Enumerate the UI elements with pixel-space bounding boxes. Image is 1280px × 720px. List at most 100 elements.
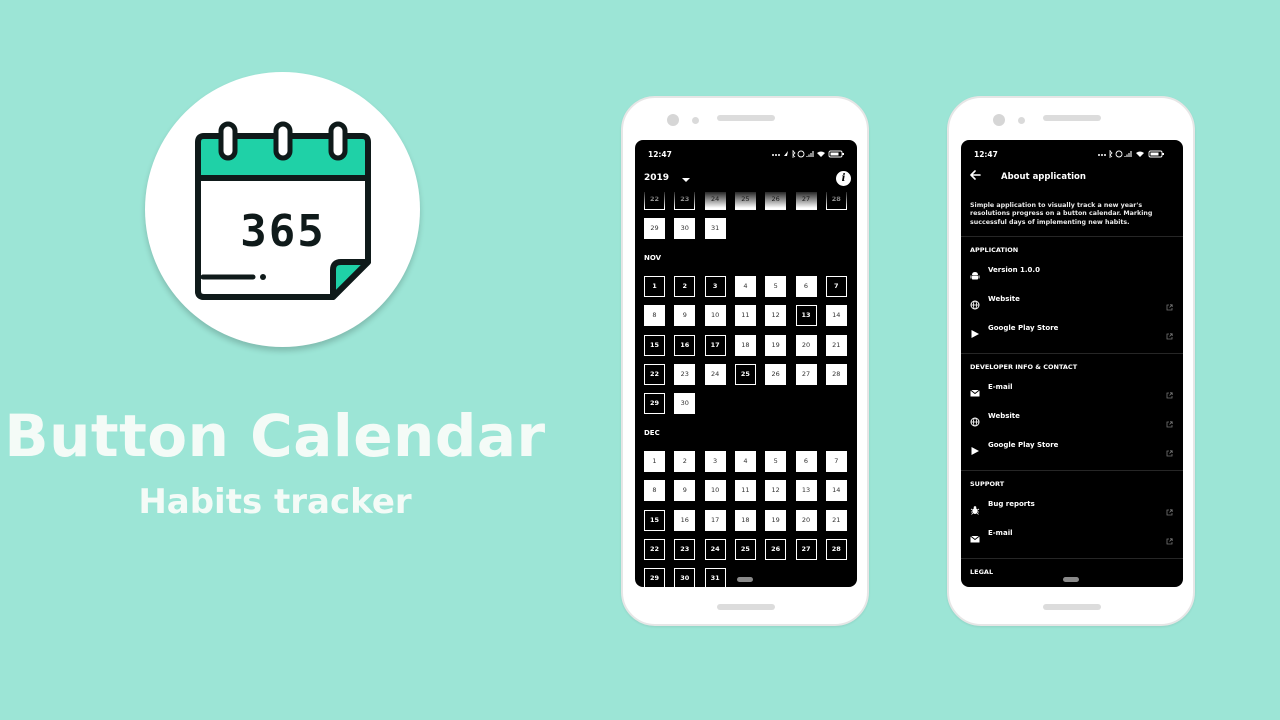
day-button[interactable]: 25	[734, 538, 756, 560]
page-title: About application	[1001, 172, 1086, 182]
status-icons-icon	[772, 150, 844, 158]
day-button[interactable]: 4	[734, 276, 756, 297]
earpiece-speaker	[717, 115, 775, 121]
day-button[interactable]: 27	[795, 538, 817, 560]
day-button[interactable]: 30	[674, 568, 696, 587]
day-button[interactable]: 8	[644, 305, 665, 327]
day-button[interactable]: 6	[795, 276, 817, 297]
info-button[interactable]: i	[836, 171, 851, 186]
day-button[interactable]: 14	[825, 480, 847, 502]
day-button[interactable]: 3	[704, 276, 726, 297]
day-button[interactable]: 15	[644, 509, 665, 531]
about-row-e-mail[interactable]: E-mail	[961, 376, 1183, 400]
day-button[interactable]: 16	[674, 509, 696, 531]
day-button[interactable]: 9	[674, 480, 696, 502]
day-button[interactable]: 13	[795, 480, 817, 502]
day-button[interactable]: 26	[765, 538, 787, 560]
open-external-icon	[1166, 384, 1173, 399]
day-button[interactable]: 4	[734, 451, 756, 472]
day-button[interactable]: 29	[644, 393, 665, 415]
day-button[interactable]: 10	[704, 305, 726, 327]
day-button[interactable]: 28	[825, 363, 847, 385]
day-button[interactable]: 8	[644, 480, 665, 502]
day-button[interactable]: 6	[795, 451, 817, 472]
day-button[interactable]: 29	[644, 218, 665, 239]
day-button[interactable]: 2	[674, 276, 696, 297]
day-button[interactable]: 19	[765, 509, 787, 531]
mail-icon	[970, 529, 980, 543]
day-button[interactable]: 7	[825, 451, 847, 472]
day-button[interactable]: 15	[644, 334, 665, 356]
day-button[interactable]: 7	[825, 276, 847, 297]
day-button[interactable]: 10	[704, 480, 726, 502]
gesture-nav-pill[interactable]	[737, 577, 753, 582]
row-label: Version 1.0.0	[988, 266, 1040, 274]
day-button[interactable]: 16	[674, 334, 696, 356]
day-button[interactable]: 25	[734, 363, 756, 385]
gesture-nav-pill[interactable]	[1063, 577, 1079, 582]
day-button[interactable]: 19	[765, 334, 787, 356]
day-button[interactable]: 18	[734, 334, 756, 356]
row-label: Website	[988, 295, 1020, 303]
app-title: Button Calendar	[4, 402, 546, 470]
about-screen: 12:47 About application Simple applicati…	[961, 140, 1183, 587]
day-button[interactable]: 21	[825, 334, 847, 356]
day-button[interactable]: 12	[765, 480, 787, 502]
day-button[interactable]: 11	[734, 305, 756, 327]
calendar-grid[interactable]: 22232425262728293031NOV12345678910111213…	[635, 192, 857, 587]
day-button[interactable]: 3	[704, 451, 726, 472]
day-button[interactable]: 23	[674, 538, 696, 560]
day-button[interactable]: 27	[795, 363, 817, 385]
day-button[interactable]: 20	[795, 334, 817, 356]
about-row-google-play-store[interactable]: Google Play Store	[961, 434, 1183, 458]
day-button[interactable]: 26	[765, 363, 787, 385]
row-label: Bug reports	[988, 500, 1035, 508]
day-button[interactable]: 31	[704, 218, 726, 239]
open-external-icon	[1166, 501, 1173, 516]
day-button[interactable]: 24	[704, 363, 726, 385]
day-button[interactable]: 2	[674, 451, 696, 472]
month-label: NOV	[644, 254, 662, 262]
day-button[interactable]: 20	[795, 509, 817, 531]
day-button[interactable]: 5	[765, 451, 787, 472]
back-arrow-icon[interactable]	[970, 170, 981, 183]
dropdown-caret-icon[interactable]	[682, 178, 690, 182]
day-button[interactable]: 11	[734, 480, 756, 502]
scroll-fade	[635, 192, 857, 208]
about-row-website[interactable]: Website	[961, 405, 1183, 429]
section-divider	[961, 558, 1183, 559]
status-time: 12:47	[974, 150, 998, 159]
play-store-icon	[970, 324, 980, 338]
about-row-e-mail[interactable]: E-mail	[961, 522, 1183, 546]
day-button[interactable]: 14	[825, 305, 847, 327]
about-sections: APPLICATION Version 1.0.0 Website Google Pl…	[961, 236, 1183, 587]
about-row-bug-reports[interactable]: Bug reports	[961, 493, 1183, 517]
day-button[interactable]: 12	[765, 305, 787, 327]
day-button[interactable]: 30	[674, 393, 696, 415]
phone-bottom-speaker	[717, 604, 775, 610]
day-button[interactable]: 30	[674, 218, 696, 239]
day-button[interactable]: 23	[674, 363, 696, 385]
day-button[interactable]: 17	[704, 509, 726, 531]
about-row-google-play-store[interactable]: Google Play Store	[961, 317, 1183, 341]
phone-bottom-speaker	[1043, 604, 1101, 610]
day-button[interactable]: 28	[825, 538, 847, 560]
about-row-website[interactable]: Website	[961, 288, 1183, 312]
day-button[interactable]: 1	[644, 276, 665, 297]
status-bar: 12:47	[648, 150, 845, 162]
day-button[interactable]: 18	[734, 509, 756, 531]
day-button[interactable]: 22	[644, 538, 665, 560]
day-button[interactable]: 22	[644, 363, 665, 385]
day-button[interactable]: 31	[704, 568, 726, 587]
day-button[interactable]: 29	[644, 568, 665, 587]
day-button[interactable]: 5	[765, 276, 787, 297]
day-button[interactable]: 1	[644, 451, 665, 472]
day-button[interactable]: 24	[704, 538, 726, 560]
year-selector[interactable]: 2019	[644, 173, 669, 183]
day-button[interactable]: 21	[825, 509, 847, 531]
day-button[interactable]: 17	[704, 334, 726, 356]
day-button[interactable]: 9	[674, 305, 696, 327]
about-row-version-1-0-0[interactable]: Version 1.0.0	[961, 259, 1183, 283]
day-button[interactable]: 13	[795, 305, 817, 327]
row-label: E-mail	[988, 383, 1013, 391]
